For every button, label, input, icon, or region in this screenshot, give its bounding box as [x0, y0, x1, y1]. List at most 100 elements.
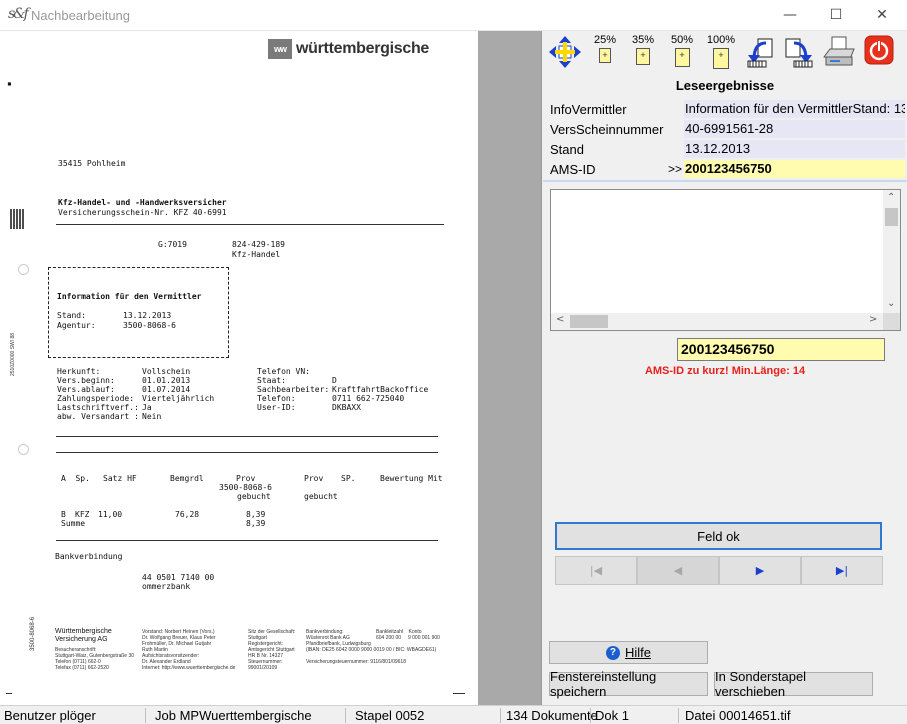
- scanner-button[interactable]: [821, 35, 857, 71]
- zoom-50-button[interactable]: 50% +: [664, 35, 700, 71]
- detail-value: 01.07.2014: [142, 385, 191, 394]
- table-header: Prov: [304, 474, 324, 483]
- rotate-left-icon: [747, 38, 773, 68]
- table-subheader: 3500-8068-6: [219, 483, 272, 492]
- rotate-left-button[interactable]: [743, 35, 779, 71]
- detail-value: DKBAXX: [332, 403, 361, 412]
- first-icon: |◀: [589, 564, 603, 577]
- field-value[interactable]: 13.12.2013: [684, 140, 905, 158]
- save-window-settings-button[interactable]: Fenstereinstellung speichern: [549, 669, 708, 699]
- zoom-label: 50%: [670, 34, 694, 46]
- field-label: VersScheinnummer: [550, 122, 664, 137]
- first-page-button[interactable]: |◀: [555, 556, 637, 585]
- field-value-active[interactable]: 200123456750: [684, 160, 905, 178]
- prev-page-button[interactable]: ◀: [637, 556, 719, 585]
- zoom-35-button[interactable]: 35% +: [625, 35, 661, 71]
- zoom-25-button[interactable]: 25% +: [587, 35, 623, 71]
- ref-type: Kfz-Handel: [232, 250, 281, 259]
- minimize-button[interactable]: —: [767, 0, 813, 30]
- detail-label: abw. Versandart :: [57, 412, 139, 421]
- field-row: Stand 13.12.2013: [545, 139, 905, 159]
- summe-label: Summe: [61, 519, 86, 528]
- policy-line: Versicherungsschein-Nr. KFZ 40-6991: [58, 208, 227, 217]
- vertical-scrollbar[interactable]: ⌃ ⌄: [883, 190, 900, 314]
- next-icon: ▶: [755, 564, 765, 577]
- scroll-down-icon[interactable]: ⌄: [887, 298, 895, 309]
- horizontal-scrollbar[interactable]: < >: [551, 313, 884, 330]
- status-divider: [500, 708, 501, 723]
- button-label: In Sonderstapel verschieben: [715, 669, 807, 699]
- power-button[interactable]: [861, 35, 897, 71]
- table-cell: 76,28: [175, 510, 200, 519]
- memo-box[interactable]: ⌃ ⌄ < >: [550, 189, 901, 331]
- detail-label: User-ID:: [257, 403, 296, 412]
- results-fields: InfoVermittler Information für den Vermi…: [545, 99, 905, 179]
- rotate-right-button[interactable]: [781, 35, 817, 71]
- help-icon: ?: [605, 645, 620, 660]
- summe-value: 8,39: [246, 519, 266, 528]
- detail-label: Sachbearbeiter:: [257, 385, 330, 394]
- scroll-thumb[interactable]: [885, 208, 898, 226]
- last-page-button[interactable]: ▶|: [801, 556, 883, 585]
- zoom-35-icon: +: [636, 48, 650, 65]
- field-label: Stand: [550, 142, 584, 157]
- bank-heading: Bankverbindung: [55, 552, 123, 561]
- zoom-100-icon: +: [713, 48, 729, 69]
- punch-mark: [18, 264, 29, 275]
- field-ok-button[interactable]: Feld ok: [555, 522, 882, 550]
- divider: [56, 540, 438, 541]
- table-cell: 8,39: [246, 510, 266, 519]
- zoom-100-button[interactable]: 100% +: [703, 35, 739, 71]
- status-bar: Benutzer plöger Job MPWuerttembergische …: [0, 705, 907, 724]
- fit-page-button[interactable]: [547, 35, 583, 71]
- button-label: Fenstereinstellung speichern: [550, 669, 657, 699]
- results-panel: 25% + 35% + 50% + 100% + Leseergebnisse …: [543, 31, 907, 705]
- table-cell: 11,00: [98, 510, 123, 519]
- close-button[interactable]: ✕: [859, 0, 905, 30]
- punch-mark: [18, 444, 29, 455]
- move-to-special-stack-button[interactable]: In Sonderstapel verschieben: [714, 669, 873, 699]
- info-box-title: Information für den Vermittler: [57, 292, 202, 301]
- app-logo: s&f: [8, 6, 29, 22]
- status-file: Datei 00014651.tif: [685, 708, 791, 723]
- detail-label: Zahlungsperiode:: [57, 394, 135, 403]
- g-code: G:7019: [158, 240, 187, 249]
- last-icon: ▶|: [835, 564, 849, 577]
- divider: [56, 224, 444, 225]
- crop-mark: [453, 693, 465, 694]
- help-button[interactable]: ? Hilfe: [549, 641, 708, 664]
- detail-value: Ja: [142, 403, 152, 412]
- ams-id-input[interactable]: 200123456750: [677, 338, 885, 361]
- scroll-up-icon[interactable]: ⌃: [887, 192, 895, 203]
- address-line: 35415 Pohlheim: [58, 159, 126, 168]
- status-divider: [678, 708, 679, 723]
- info-agentur-value: 3500-8068-6: [123, 321, 176, 330]
- footer-address: Besucheranschrift: Stuttgart-Waiz, Guten…: [55, 647, 135, 671]
- zoom-25-icon: +: [599, 48, 611, 63]
- field-value[interactable]: Information für den VermittlerStand: 13.…: [684, 100, 905, 118]
- document-viewer[interactable]: ww württembergische ▪ 35415 Pohlheim Kfz…: [0, 31, 542, 705]
- detail-value: 0711 662-725040: [332, 394, 405, 403]
- divider: [56, 436, 438, 437]
- scroll-right-icon[interactable]: >: [869, 314, 877, 325]
- table-cell: KFZ: [75, 510, 90, 519]
- margin-number: 3500-8068-6: [30, 616, 36, 651]
- zoom-50-icon: +: [674, 48, 690, 67]
- window-title: Nachbearbeitung: [31, 8, 131, 23]
- detail-label: Telefon:: [257, 394, 296, 403]
- status-divider: [345, 708, 346, 723]
- divider: [56, 452, 438, 453]
- scroll-left-icon[interactable]: <: [556, 314, 564, 325]
- ref-number: 824-429-189: [232, 240, 285, 249]
- status-divider: [145, 708, 146, 723]
- scroll-thumb[interactable]: [570, 315, 608, 328]
- zoom-label: 25%: [593, 34, 617, 46]
- power-icon: [864, 35, 894, 65]
- zoom-label: 35%: [631, 34, 655, 46]
- detail-value: 01.01.2013: [142, 376, 191, 385]
- field-label: AMS-ID: [550, 162, 596, 177]
- field-value[interactable]: 40-6991561-28: [684, 120, 905, 138]
- detail-value: Vollschein: [142, 367, 191, 376]
- maximize-button[interactable]: ☐: [813, 0, 859, 30]
- next-page-button[interactable]: ▶: [719, 556, 801, 585]
